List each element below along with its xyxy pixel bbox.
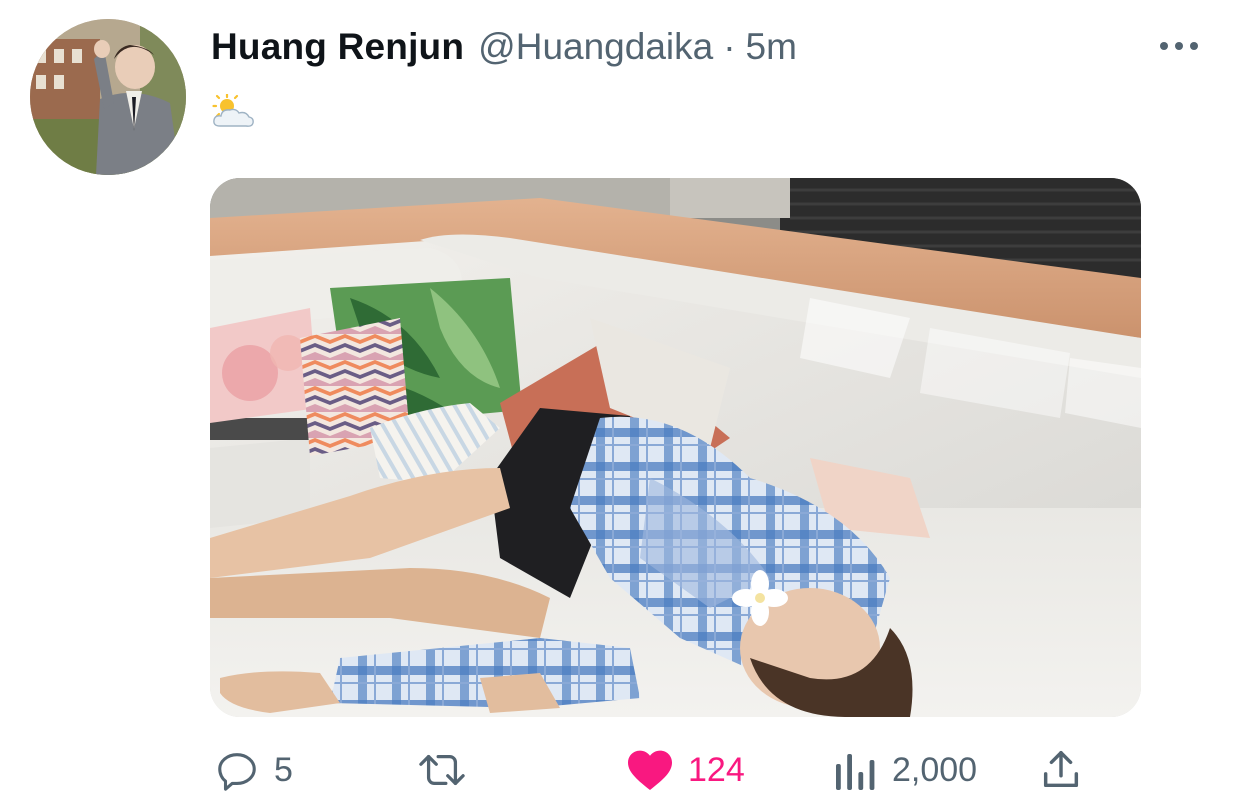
retweet-icon	[419, 754, 465, 786]
reply-icon	[218, 753, 256, 791]
more-icon	[1160, 42, 1198, 50]
more-options-button[interactable]	[1156, 30, 1202, 62]
heart-icon	[628, 750, 672, 790]
share-icon	[1043, 751, 1079, 788]
tweet-timestamp[interactable]: 5m	[746, 26, 797, 68]
author-avatar[interactable]	[30, 19, 186, 175]
reply-button[interactable]: 5	[214, 740, 293, 800]
avatar-image	[30, 19, 186, 175]
views-icon	[836, 754, 875, 790]
photo-image	[210, 178, 1141, 717]
reply-count: 5	[274, 750, 293, 789]
views-count: 2,000	[892, 750, 978, 789]
header-separator: ·	[723, 26, 736, 67]
like-button[interactable]: 124	[626, 740, 745, 800]
tweet-text: 🌥	[211, 93, 255, 139]
retweet-button[interactable]	[414, 740, 484, 800]
sun-behind-cloud-icon	[212, 93, 254, 127]
author-handle[interactable]: @Huangdaika	[478, 26, 713, 68]
tweet-action-bar: 5 124 2,000	[0, 740, 1242, 800]
like-count: 124	[688, 750, 745, 789]
share-button[interactable]	[1038, 740, 1084, 800]
tweet-header: Huang Renjun @Huangdaika · 5m	[211, 24, 797, 70]
views-button[interactable]: 2,000	[834, 740, 977, 800]
tweet-media-photo[interactable]	[210, 178, 1141, 717]
author-display-name[interactable]: Huang Renjun	[211, 26, 464, 68]
